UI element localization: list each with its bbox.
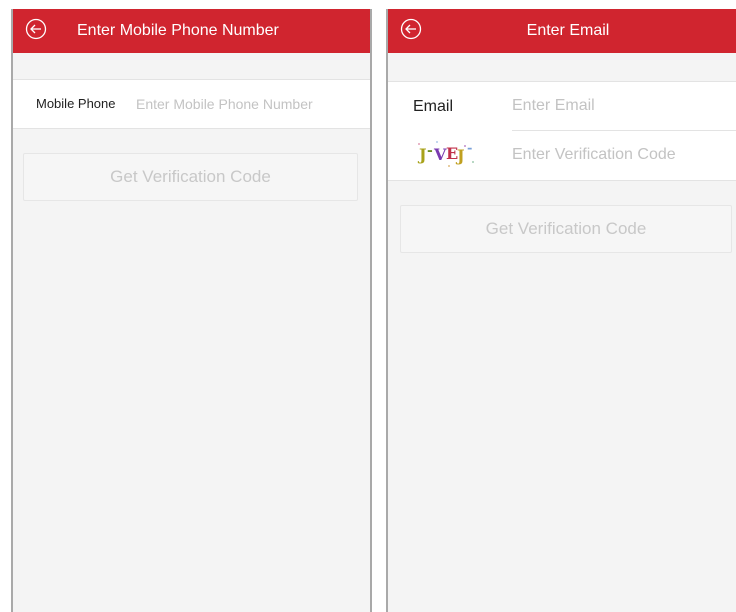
email-row: Email [388,82,736,131]
page-title: Enter Mobile Phone Number [77,22,279,39]
captcha-char: - [467,141,473,156]
mobile-phone-input[interactable] [136,94,366,114]
phone-entry-screen: Enter Mobile Phone Number Mobile Phone G… [11,9,372,612]
phone-row: Mobile Phone [13,80,370,128]
captcha-char: J [457,146,465,165]
captcha-image[interactable]: J - V E J - [414,141,480,169]
verification-row: J - V E J - [388,131,736,180]
header-bar: Enter Mobile Phone Number [13,9,370,53]
email-form: Email J - V E J - [388,81,736,181]
mobile-phone-label: Mobile Phone [36,96,116,111]
header-bar: Enter Email [388,9,736,53]
email-label: Email [413,98,454,115]
captcha-char: J [419,145,427,164]
captcha-char: - [427,143,433,159]
email-entry-screen: Enter Email Email J - V E J - [386,9,736,612]
page-title: Enter Email [526,22,610,39]
captcha-char: V [434,145,447,164]
verification-code-input[interactable] [512,145,736,165]
get-verification-code-button[interactable]: Get Verification Code [23,153,358,201]
email-input[interactable] [512,96,736,116]
phone-form: Mobile Phone [13,79,370,129]
get-verification-code-button[interactable]: Get Verification Code [400,205,732,253]
back-arrow-icon[interactable] [25,18,47,40]
